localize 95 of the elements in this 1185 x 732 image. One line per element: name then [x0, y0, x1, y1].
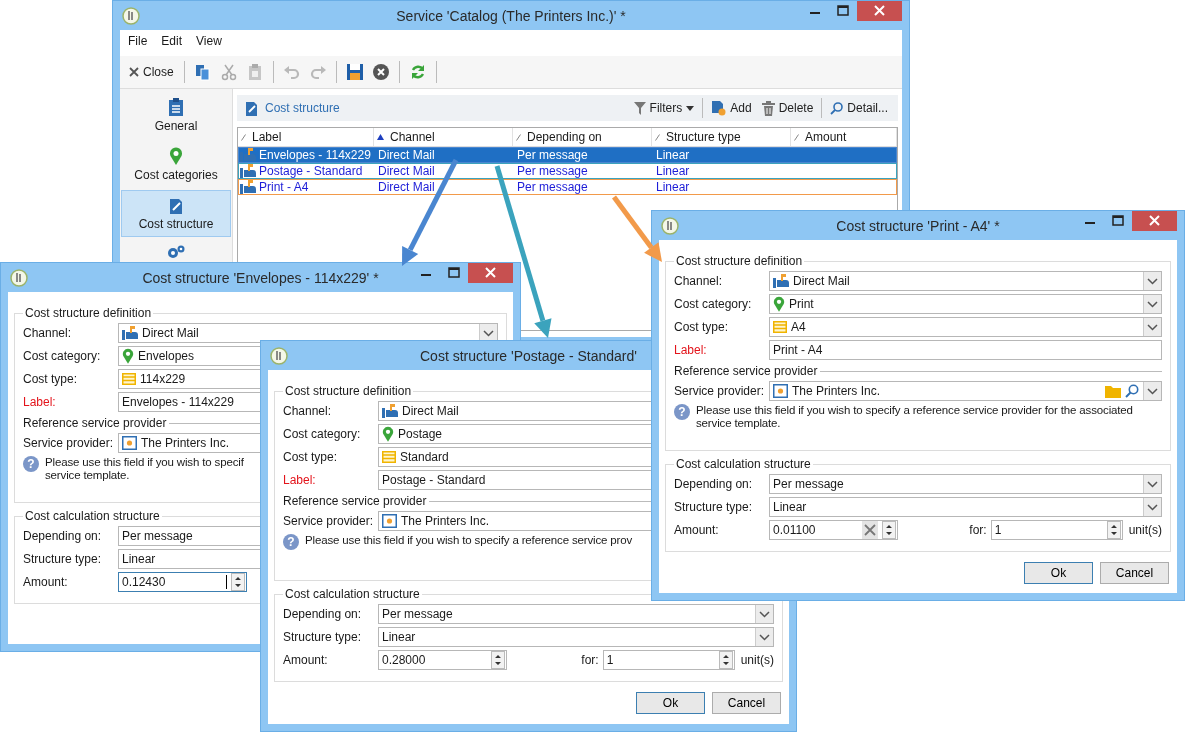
cancel-button[interactable]: Cancel	[1100, 562, 1169, 584]
field-label: Label:	[23, 395, 57, 409]
input-field[interactable]: Print - A4	[769, 340, 1162, 360]
table-row[interactable]: Print - A4 Direct Mail Per message Linear	[238, 179, 897, 195]
section-heading: Reference service provider	[283, 494, 427, 508]
column-header[interactable]: Amount	[791, 128, 897, 146]
table-row[interactable]: Envelopes - 114x229 Direct Mail Per message Linear	[238, 147, 897, 163]
field-label: Label:	[674, 343, 708, 357]
sidebar-item[interactable]: Cost categories	[121, 141, 231, 188]
dropdown-field[interactable]: Per message	[378, 604, 774, 624]
field-label: for:	[969, 523, 987, 537]
ok-button[interactable]: Ok	[1024, 562, 1093, 584]
dropdown-field[interactable]: Linear	[769, 497, 1162, 517]
table-cell: Postage - Standard	[259, 164, 363, 178]
field-label: Structure type:	[674, 500, 754, 514]
table-cell-text: Direct Mail	[377, 180, 436, 194]
field-label: Amount:	[23, 575, 69, 589]
group-heading: Cost structure definition	[284, 384, 413, 398]
window-title: Cost structure 'Envelopes - 114x229' *	[142, 269, 379, 286]
table-cell: Print - A4	[259, 180, 309, 194]
number-field[interactable]: 0.01100	[769, 520, 898, 540]
table-cell-text: Linear	[655, 148, 691, 162]
dropdown-field[interactable]: Direct Mail	[118, 323, 498, 343]
ok-button[interactable]: Ok	[636, 692, 705, 714]
field-label: Depending on:	[23, 529, 103, 543]
table-row[interactable]: Postage - Standard Direct Mail Per message Linear	[238, 163, 897, 179]
table-cell-text: Linear	[655, 164, 691, 178]
number-field[interactable]: 0.12430	[118, 572, 247, 592]
section-heading: Reference service provider	[23, 416, 167, 430]
number-field[interactable]: 0.28000	[378, 650, 507, 670]
detail-button[interactable]: Detail...	[828, 101, 890, 115]
dropdown-field[interactable]: Linear	[378, 627, 774, 647]
field-label: Amount:	[283, 653, 329, 667]
dropdown-field[interactable]: Direct Mail	[769, 271, 1162, 291]
dropdown-field[interactable]: Per message	[769, 474, 1162, 494]
close-button[interactable]: Close	[126, 65, 176, 79]
cancel-button[interactable]: Cancel	[712, 692, 781, 714]
delete-button[interactable]: Delete	[759, 100, 816, 116]
number-field[interactable]: 1	[602, 650, 735, 670]
add-button[interactable]: Add	[709, 100, 754, 116]
field-label: Cost category:	[23, 349, 102, 363]
column-header[interactable]: Depending on	[513, 128, 652, 146]
section-heading: Reference service provider	[674, 364, 818, 378]
field-label: Structure type:	[23, 552, 103, 566]
field-label: Label:	[283, 473, 317, 487]
field-label: Depending on:	[674, 477, 754, 491]
field-label: Structure type:	[283, 630, 363, 644]
field-label: Cost type:	[283, 450, 339, 464]
window-title: Cost structure 'Print - A4' *	[836, 217, 1000, 234]
sidebar-item[interactable]: Cost structure	[121, 190, 231, 237]
group-heading: Cost structure definition	[675, 254, 804, 268]
unit-label: unit(s)	[740, 653, 774, 667]
field-label: for:	[581, 653, 599, 667]
field-label: Service provider:	[283, 514, 375, 528]
field-label: Cost type:	[23, 372, 79, 386]
table-cell-text: Per message	[516, 180, 589, 194]
column-header[interactable]: Structure type	[652, 128, 791, 146]
window-title: Cost structure 'Postage - Standard'	[420, 347, 637, 364]
field-label: Depending on:	[283, 607, 363, 621]
unit-label: unit(s)	[1128, 523, 1162, 537]
field-label: Service provider:	[674, 384, 766, 398]
column-header[interactable]: Channel	[374, 128, 513, 146]
field-label: Service provider:	[23, 436, 115, 450]
field-label: Cost type:	[674, 320, 730, 334]
menu-item[interactable]: View	[196, 34, 222, 48]
group-heading: Cost structure definition	[24, 306, 153, 320]
number-field[interactable]: 1	[990, 520, 1123, 540]
hint-text: service template.	[45, 469, 131, 482]
dropdown-field[interactable]: Print	[769, 294, 1162, 314]
table-cell: Envelopes - 114x229	[259, 148, 371, 162]
table-cell-text: Direct Mail	[377, 164, 436, 178]
field-label: Channel:	[23, 326, 73, 340]
column-header[interactable]: Label	[238, 128, 374, 146]
dropdown-field[interactable]: A4	[769, 317, 1162, 337]
help-icon: ?	[23, 456, 39, 472]
menu-item[interactable]: File	[128, 34, 148, 48]
table-cell-text: Direct Mail	[377, 148, 436, 162]
field-label: Cost category:	[674, 297, 753, 311]
field-label: Channel:	[674, 274, 724, 288]
sidebar-item[interactable]: General	[121, 92, 231, 139]
group-heading: Cost calculation structure	[284, 587, 421, 601]
field-label: Channel:	[283, 404, 333, 418]
help-icon: ?	[283, 534, 299, 550]
table-cell-text: Per message	[516, 148, 589, 162]
filters-button[interactable]: Filters	[631, 101, 697, 115]
menu-item[interactable]: Edit	[161, 34, 183, 48]
hint-text: Please use this field if you wish to specif	[45, 456, 244, 469]
panel-title: Cost structure	[265, 101, 340, 115]
field-label: Cost category:	[283, 427, 362, 441]
table-cell-text: Per message	[516, 164, 589, 178]
group-heading: Cost calculation structure	[24, 509, 161, 523]
help-icon: ?	[674, 404, 690, 420]
window-title: Service 'Catalog (The Printers Inc.)' *	[396, 7, 626, 24]
table-cell-text: Linear	[655, 180, 691, 194]
dropdown-field[interactable]: The Printers Inc.	[769, 381, 1162, 401]
